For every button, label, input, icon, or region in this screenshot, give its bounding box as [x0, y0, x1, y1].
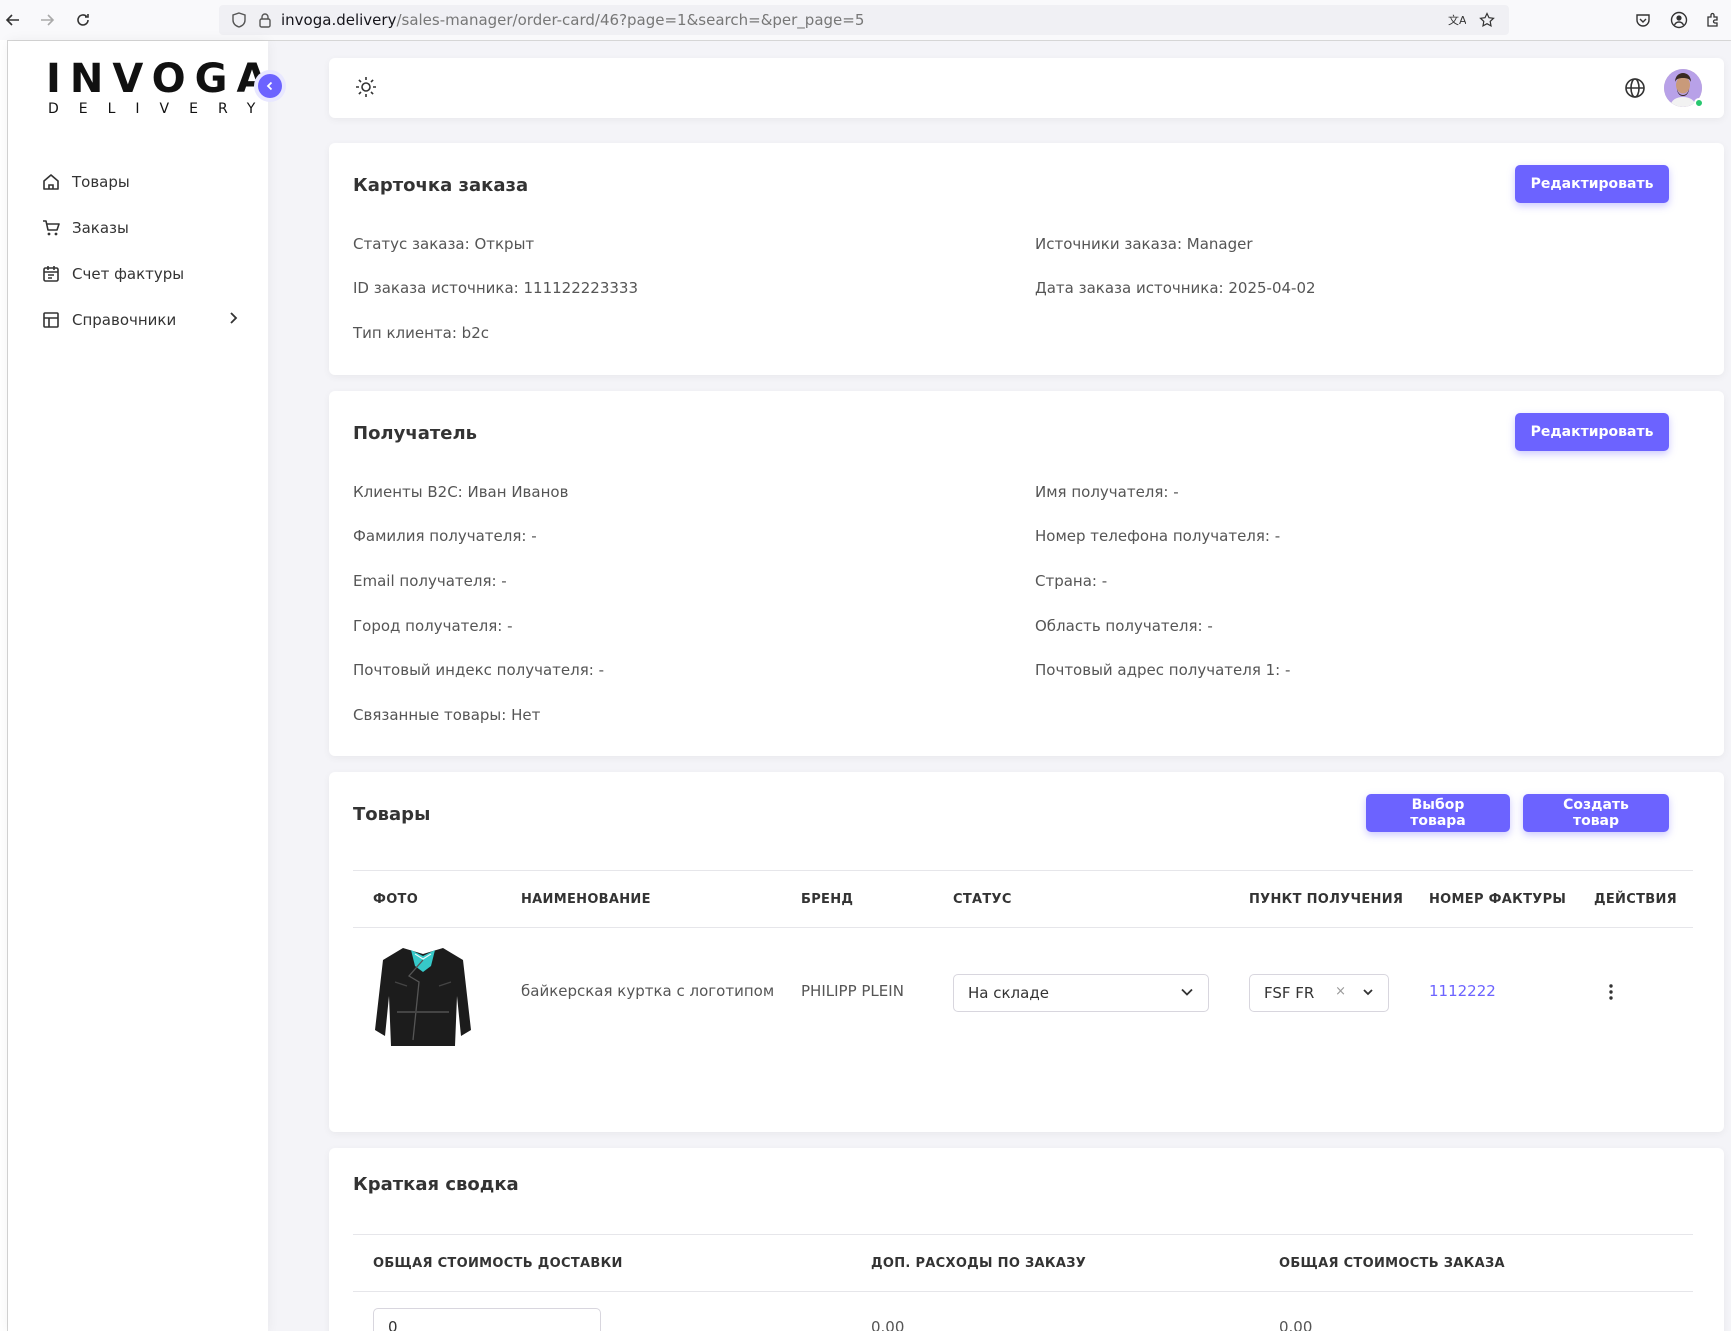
column-header: ДОП. РАСХОДЫ ПО ЗАКАЗУ [871, 1256, 1087, 1271]
edit-order-button[interactable]: Редактировать [1515, 165, 1669, 203]
recipient-name: Имя получателя: - [1035, 483, 1179, 501]
logo-main-text: INVOGA [46, 56, 277, 102]
edit-recipient-button[interactable]: Редактировать [1515, 413, 1669, 451]
sidebar-item-invoices[interactable]: Счет фактуры [8, 251, 268, 297]
client-type: Тип клиента: b2c [353, 324, 489, 342]
column-header: БРЕНД [801, 892, 854, 907]
chevron-down-icon [1180, 985, 1194, 1003]
chevron-right-icon [228, 311, 238, 329]
product-name: байкерская куртка с логотипом [521, 982, 775, 1000]
sidebar-item-label: Заказы [72, 219, 129, 237]
pickup-point-select[interactable]: FSF FR × [1249, 974, 1389, 1012]
sidebar-item-label: Справочники [72, 311, 177, 329]
reload-icon[interactable] [70, 7, 96, 33]
choose-product-button[interactable]: Выбор товара [1366, 794, 1510, 832]
order-total-value: 0.00 [1279, 1318, 1313, 1331]
recipient-card: Получатель Редактировать Клиенты B2C: Ив… [329, 391, 1724, 756]
sidebar-collapse-button[interactable] [258, 74, 282, 98]
sidebar: INVOGA DELIVERY Товары Заказы Счет факту… [8, 41, 282, 1331]
sidebar-item-label: Счет фактуры [72, 265, 185, 283]
recipient-postal-code: Почтовый индекс получателя: - [353, 661, 604, 679]
app-frame: INVOGA DELIVERY Товары Заказы Счет факту… [7, 40, 1731, 1331]
products-table-header: ФОТО НАИМЕНОВАНИЕ БРЕНД СТАТУС ПУНКТ ПОЛ… [353, 870, 1693, 928]
globe-icon[interactable] [1624, 77, 1646, 103]
url-bar[interactable]: invoga.delivery/sales-manager/order-card… [219, 5, 1509, 35]
invoice-number-link[interactable]: 1112222 [1429, 982, 1496, 1000]
product-status-select[interactable]: На складе [953, 974, 1209, 1012]
top-navbar [329, 58, 1724, 118]
recipient-email: Email получателя: - [353, 572, 507, 590]
source-order-id: ID заказа источника: 111122223333 [353, 279, 639, 297]
translate-icon[interactable]: 文A [1447, 10, 1467, 30]
extra-costs-value: 0.00 [871, 1318, 905, 1331]
recipient-country: Страна: - [1035, 572, 1108, 590]
pocket-icon[interactable] [1630, 7, 1656, 33]
chevron-left-icon [266, 81, 273, 91]
column-header: ОБЩАЯ СТОИМОСТЬ ЗАКАЗА [1279, 1256, 1505, 1271]
sidebar-menu: Товары Заказы Счет фактуры Справочники [8, 159, 268, 343]
shield-icon [229, 10, 249, 30]
summary-table-header: ОБЩАЯ СТОИМОСТЬ ДОСТАВКИ ДОП. РАСХОДЫ ПО… [353, 1234, 1693, 1292]
online-status-dot [1694, 98, 1704, 108]
url-path: /sales-manager/order-card/46?page=1&sear… [396, 11, 865, 29]
source-order-date: Дата заказа источника: 2025-04-02 [1035, 279, 1316, 297]
clear-icon[interactable]: × [1335, 984, 1346, 999]
recipient-address-1: Почтовый адрес получателя 1: - [1035, 661, 1291, 679]
account-icon[interactable] [1666, 7, 1692, 33]
order-status: Статус заказа: Открыт [353, 235, 535, 253]
product-photo[interactable] [373, 942, 473, 1046]
column-header: СТАТУС [953, 892, 1012, 907]
sidebar-item-label: Товары [72, 173, 130, 191]
column-header: ФОТО [373, 892, 419, 907]
browser-toolbar: invoga.delivery/sales-manager/order-card… [0, 0, 1731, 40]
url-host: invoga.delivery [281, 11, 397, 29]
order-card-title: Карточка заказа [353, 175, 529, 196]
products-card: Товары Выбор товара Создать товар ФОТО Н… [329, 772, 1724, 1132]
order-card: Карточка заказа Редактировать Статус зак… [329, 143, 1724, 375]
products-card-title: Товары [353, 804, 431, 825]
create-product-button[interactable]: Создать товар [1523, 794, 1669, 832]
column-header: ПУНКТ ПОЛУЧЕНИЯ [1249, 892, 1404, 907]
cart-icon [40, 217, 62, 239]
recipient-city: Город получателя: - [353, 617, 513, 635]
sidebar-item-products[interactable]: Товары [8, 159, 268, 205]
delivery-cost-input[interactable] [373, 1308, 601, 1331]
column-header: ДЕЙСТВИЯ [1594, 892, 1677, 907]
calendar-icon [40, 263, 62, 285]
summary-card: Краткая сводка ОБЩАЯ СТОИМОСТЬ ДОСТАВКИ … [329, 1148, 1724, 1331]
product-brand: PHILIPP PLEIN [801, 982, 904, 1000]
forward-arrow-icon[interactable] [34, 7, 60, 33]
recipient-region: Область получателя: - [1035, 617, 1213, 635]
column-header: НАИМЕНОВАНИЕ [521, 892, 651, 907]
linked-products: Связанные товары: Нет [353, 706, 541, 724]
logo-sub-text: DELIVERY [48, 101, 276, 117]
sun-icon[interactable] [355, 76, 377, 102]
extensions-icon[interactable] [1700, 7, 1726, 33]
layout-icon [40, 309, 62, 331]
column-header: ОБЩАЯ СТОИМОСТЬ ДОСТАВКИ [373, 1256, 623, 1271]
order-sources: Источники заказа: Manager [1035, 235, 1253, 253]
svg-text:文A: 文A [1448, 13, 1466, 27]
logo[interactable]: INVOGA DELIVERY [46, 56, 277, 117]
summary-card-title: Краткая сводка [353, 1174, 519, 1195]
recipient-card-title: Получатель [353, 423, 478, 444]
lock-icon [255, 10, 275, 30]
column-header: НОМЕР ФАКТУРЫ [1429, 892, 1567, 907]
product-status-value: На складе [968, 984, 1049, 1002]
chevron-down-icon [1362, 985, 1374, 1003]
recipient-surname: Фамилия получателя: - [353, 527, 537, 545]
home-icon [40, 171, 62, 193]
client-b2c: Клиенты B2C: Иван Иванов [353, 483, 569, 501]
back-arrow-icon[interactable] [0, 7, 26, 33]
pickup-point-value: FSF FR [1264, 984, 1315, 1002]
star-icon[interactable] [1477, 10, 1497, 30]
more-vertical-icon[interactable] [1605, 982, 1617, 1002]
sidebar-item-orders[interactable]: Заказы [8, 205, 268, 251]
sidebar-item-directories[interactable]: Справочники [8, 297, 268, 343]
recipient-phone: Номер телефона получателя: - [1035, 527, 1281, 545]
